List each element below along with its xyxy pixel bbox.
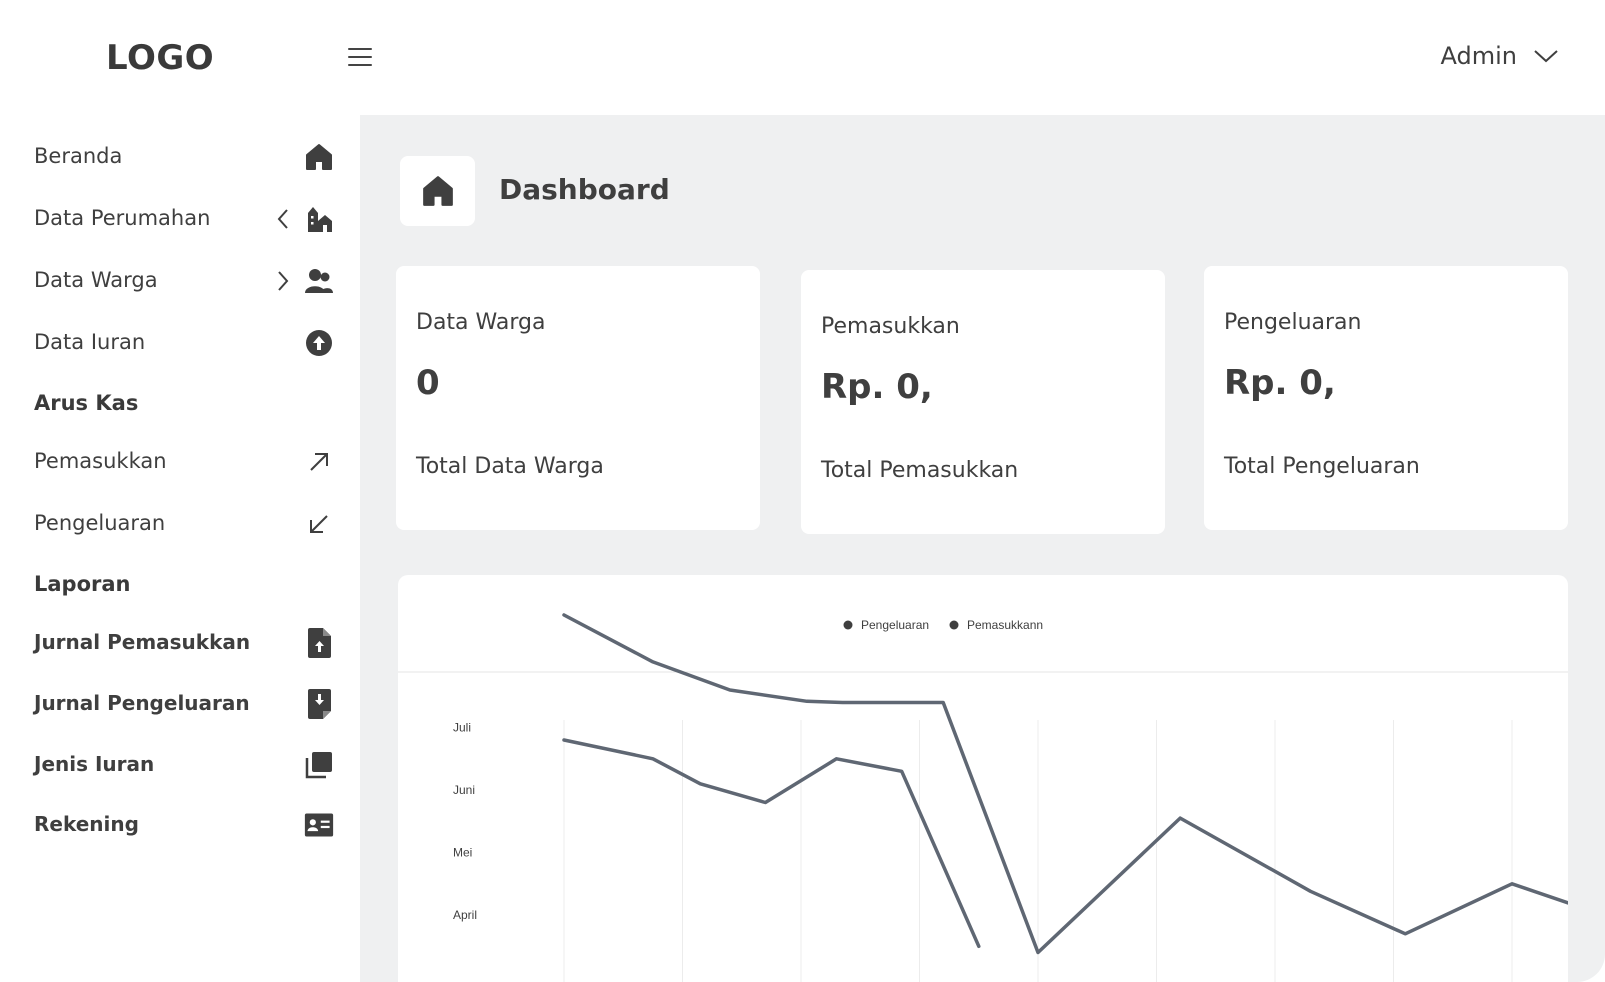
file-download-icon bbox=[304, 689, 334, 719]
sidebar-item-jurnal-pemasukkan[interactable]: Jurnal Pemasukkan bbox=[34, 622, 334, 662]
chart-card: Pengeluaran Pemasukkann April Mei Juni Juli bbox=[398, 575, 1568, 982]
card-title: Data Warga bbox=[416, 310, 546, 335]
card-value: Rp. 0, bbox=[821, 367, 933, 407]
sidebar-item-pemasukkan[interactable]: Pemasukkan bbox=[34, 441, 334, 481]
card-value: 0 bbox=[416, 363, 440, 403]
legend-label: Pengeluaran bbox=[861, 618, 929, 632]
sidebar-item-label: Pemasukkan bbox=[34, 449, 167, 473]
sidebar-item-beranda[interactable]: Beranda bbox=[34, 136, 334, 176]
y-tick-label: Juni bbox=[453, 783, 475, 797]
sidebar-item-label: Data Perumahan bbox=[34, 206, 211, 230]
users-icon bbox=[304, 266, 334, 296]
id-card-icon bbox=[304, 810, 334, 840]
chevron-left-icon bbox=[277, 209, 288, 229]
section-title-arus-kas: Arus Kas bbox=[34, 391, 139, 415]
y-tick-label: April bbox=[453, 908, 477, 922]
main-content: Dashboard Data Warga 0 Total Data Warga … bbox=[360, 115, 1605, 982]
home-icon bbox=[422, 176, 453, 206]
page-title: Dashboard bbox=[499, 173, 670, 206]
sidebar-item-label: Data Iuran bbox=[34, 330, 146, 354]
chevron-down-icon bbox=[1534, 50, 1558, 63]
legend-marker bbox=[843, 620, 853, 630]
stat-card-pemasukkan: Pemasukkan Rp. 0, Total Pemasukkan bbox=[801, 270, 1165, 534]
y-tick-label: Juli bbox=[453, 721, 471, 735]
y-tick-label: Mei bbox=[453, 846, 472, 860]
buildings-icon bbox=[304, 204, 334, 234]
chevron-right-icon bbox=[278, 271, 289, 291]
sidebar-item-pengeluaran[interactable]: Pengeluaran bbox=[34, 503, 334, 543]
line-chart: Pengeluaran Pemasukkann April Mei Juni Juli bbox=[398, 613, 1568, 982]
arrow-up-circle-icon bbox=[304, 328, 334, 358]
section-title-laporan: Laporan bbox=[34, 572, 131, 596]
hamburger-menu-icon[interactable] bbox=[344, 44, 376, 70]
card-subtitle: Total Pengeluaran bbox=[1224, 454, 1420, 479]
home-icon bbox=[304, 142, 334, 172]
card-subtitle: Total Pemasukkan bbox=[821, 458, 1019, 483]
user-name: Admin bbox=[1440, 42, 1518, 70]
arrow-up-right-icon bbox=[304, 447, 334, 477]
logo[interactable]: LOGO bbox=[106, 38, 214, 78]
stat-card-data-warga: Data Warga 0 Total Data Warga bbox=[396, 266, 760, 530]
dashboard-icon-box bbox=[400, 156, 475, 226]
sidebar-item-data-iuran[interactable]: Data Iuran bbox=[34, 322, 334, 362]
sidebar-item-label: Pengeluaran bbox=[34, 511, 166, 535]
sidebar-item-label: Jenis Iuran bbox=[34, 752, 155, 776]
sidebar-item-rekening[interactable]: Rekening bbox=[34, 804, 334, 844]
sidebar-item-label: Data Warga bbox=[34, 268, 158, 292]
arrow-down-left-icon bbox=[304, 509, 334, 539]
series-line bbox=[562, 738, 981, 949]
legend-label: Pemasukkann bbox=[967, 618, 1043, 632]
legend-marker bbox=[949, 620, 959, 630]
sidebar-item-jurnal-pengeluaran[interactable]: Jurnal Pengeluaran bbox=[34, 683, 334, 723]
user-menu[interactable]: Admin bbox=[1441, 42, 1560, 70]
series-line bbox=[562, 613, 1568, 955]
sidebar-item-data-warga[interactable]: Data Warga bbox=[34, 260, 334, 300]
card-title: Pengeluaran bbox=[1224, 310, 1362, 335]
sidebar-item-jenis-iuran[interactable]: Jenis Iuran bbox=[34, 744, 334, 784]
top-header: LOGO Admin bbox=[0, 0, 1605, 115]
sidebar: Beranda Data Perumahan Data Warga Data I… bbox=[0, 115, 360, 982]
stat-card-pengeluaran: Pengeluaran Rp. 0, Total Pengeluaran bbox=[1204, 266, 1568, 530]
card-value: Rp. 0, bbox=[1224, 363, 1336, 403]
copy-icon bbox=[304, 750, 334, 780]
sidebar-item-label: Beranda bbox=[34, 144, 123, 168]
file-upload-icon bbox=[304, 628, 334, 658]
sidebar-item-label: Rekening bbox=[34, 812, 139, 836]
sidebar-item-label: Jurnal Pengeluaran bbox=[34, 691, 250, 715]
sidebar-item-data-perumahan[interactable]: Data Perumahan bbox=[34, 198, 334, 238]
card-subtitle: Total Data Warga bbox=[416, 454, 604, 479]
card-title: Pemasukkan bbox=[821, 314, 960, 339]
sidebar-item-label: Jurnal Pemasukkan bbox=[34, 630, 251, 654]
